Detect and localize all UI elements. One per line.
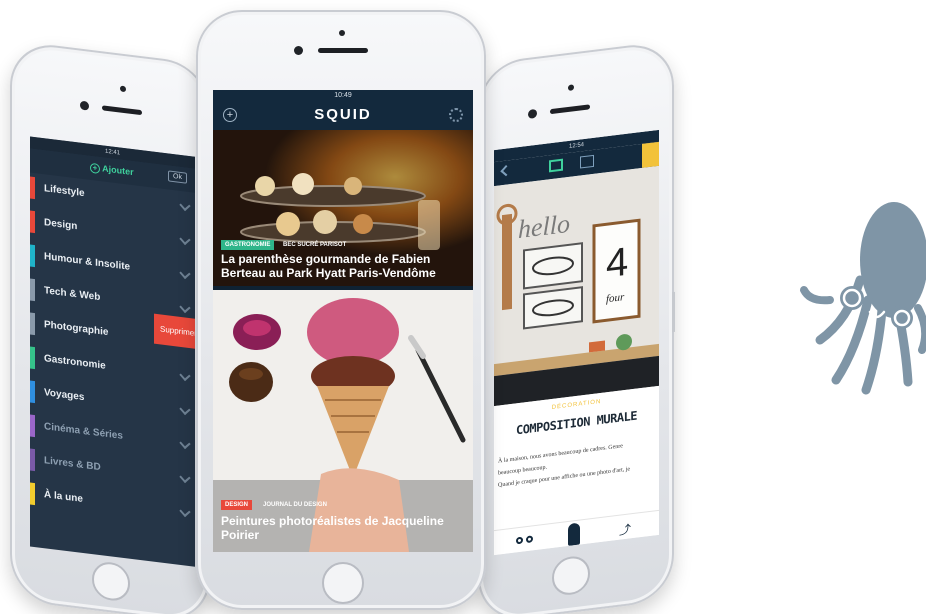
camera: [528, 108, 537, 119]
category-item[interactable]: Humour & Insolite: [30, 244, 195, 286]
checkmark-icon: [179, 403, 191, 416]
category-label: À la une: [44, 489, 83, 505]
bottom-toolbar: ⤴: [494, 509, 659, 556]
checkmark-icon: [179, 301, 191, 314]
speaker: [318, 48, 368, 53]
category-label: Gastronomie: [44, 353, 106, 372]
category-label: Cinéma & Séries: [44, 421, 123, 442]
category-label: Tech & Web: [44, 285, 101, 304]
delete-button[interactable]: Supprimer: [154, 313, 195, 350]
left-screen: 12:41 + Ajouter Ok Lifestyle Design Humour…: [30, 136, 195, 567]
source-tag: BEC SUCRÉ PARISOT: [283, 242, 347, 248]
category-color-bar: [30, 380, 35, 404]
checkmark-icon: [179, 233, 191, 246]
share-icon[interactable]: ⤴: [619, 520, 631, 538]
squid-icon[interactable]: [568, 522, 580, 547]
category-item[interactable]: Tech & Web: [30, 278, 195, 320]
app-header: + SQUID: [213, 102, 473, 130]
source-tag: JOURNAL DU DESIGN: [263, 502, 327, 508]
home-button[interactable]: [552, 554, 590, 597]
key-decor: [502, 213, 512, 311]
category-color-bar: [30, 244, 35, 268]
camera-sensor: [568, 84, 574, 92]
camera: [294, 46, 303, 55]
category-label: Voyages: [44, 387, 85, 404]
right-screen: 12:54 hello 4 four DÉCORATION COMPOSITIO…: [494, 129, 659, 556]
icecream-painting: [213, 290, 473, 552]
add-label: Ajouter: [102, 163, 134, 178]
category-color-bar: [30, 346, 35, 370]
article-card-2[interactable]: DESIGN JOURNAL DU DESIGN Peintures photo…: [213, 290, 473, 552]
category-list: Lifestyle Design Humour & Insolite Tech & W…: [30, 176, 195, 556]
category-label: Livres & BD: [44, 455, 101, 474]
category-color-bar: [30, 482, 35, 506]
category-item[interactable]: Design: [30, 210, 195, 252]
ok-button[interactable]: Ok: [168, 170, 187, 184]
checkmark-icon: [179, 471, 191, 484]
phone-right: 12:54 hello 4 four DÉCORATION COMPOSITIO…: [478, 40, 675, 614]
category-tag: DESIGN: [221, 500, 253, 510]
category-color-bar: [30, 210, 35, 234]
category-tag: GASTRONOMIE: [221, 240, 275, 250]
checkmark-icon: [179, 437, 191, 450]
add-button[interactable]: + Ajouter: [90, 162, 134, 178]
side-button: [672, 291, 675, 333]
checkmark-icon: [179, 199, 191, 212]
status-time: 12:41: [104, 148, 120, 157]
category-color-bar: [30, 176, 35, 200]
status-time: 10:49: [334, 92, 352, 99]
book-icon[interactable]: [580, 154, 594, 169]
checkmark-icon: [179, 505, 191, 518]
checkmark-icon: [179, 267, 191, 280]
category-item[interactable]: Cinéma & Séries: [30, 414, 195, 456]
phone-left: 12:41 + Ajouter Ok Lifestyle Design Humour…: [10, 40, 210, 614]
middle-screen: 10:49 + SQUID GASTRONOMIE BEC SUCRÉ PARI…: [213, 90, 473, 552]
category-label: Design: [44, 217, 78, 233]
camera-sensor: [120, 85, 126, 93]
category-item[interactable]: Livres & BD: [30, 448, 195, 490]
phone-middle: 10:49 + SQUID GASTRONOMIE BEC SUCRÉ PARI…: [196, 10, 486, 610]
category-color-bar: [30, 312, 35, 336]
speaker: [550, 104, 590, 115]
status-time: 12:54: [568, 142, 584, 150]
category-label: Humour & Insolite: [44, 251, 131, 273]
category-color-bar: [30, 414, 35, 438]
category-item[interactable]: Voyages: [30, 380, 195, 422]
app-title: SQUID: [314, 106, 372, 123]
article-body: À la maison, nous avons beaucoup de cadr…: [498, 436, 656, 491]
camera: [80, 100, 89, 111]
home-button[interactable]: [322, 562, 364, 604]
back-icon[interactable]: [500, 164, 512, 177]
plus-icon: +: [90, 162, 100, 175]
category-label: Lifestyle: [44, 183, 85, 200]
category-color-bar: [30, 448, 35, 472]
home-button[interactable]: [92, 560, 130, 603]
poster-number: 4: [606, 239, 628, 287]
layout-icon[interactable]: [549, 158, 563, 173]
category-item[interactable]: Gastronomie: [30, 346, 195, 388]
category-color-bar: [30, 278, 35, 302]
squid-mascot: [800, 202, 926, 395]
category-item[interactable]: À la une: [30, 482, 195, 524]
poster-word: four: [606, 291, 625, 305]
camera-sensor: [339, 30, 345, 36]
article-title-1[interactable]: La parenthèse gourmande de Fabien Bertea…: [221, 252, 467, 280]
status-bar: 10:49: [213, 90, 473, 102]
article-title-2[interactable]: Peintures photoréalistes de Jacqueline P…: [221, 514, 467, 542]
category-label: Photographie: [44, 319, 109, 339]
settings-icon[interactable]: [449, 108, 463, 122]
article-card-1[interactable]: GASTRONOMIE BEC SUCRÉ PARISOT La parenth…: [213, 130, 473, 286]
menu-icon[interactable]: [642, 141, 659, 168]
wall-photo: hello 4 four: [494, 165, 659, 407]
speaker: [102, 105, 142, 116]
checkmark-icon: [179, 369, 191, 382]
glasses-icon[interactable]: [516, 533, 534, 545]
